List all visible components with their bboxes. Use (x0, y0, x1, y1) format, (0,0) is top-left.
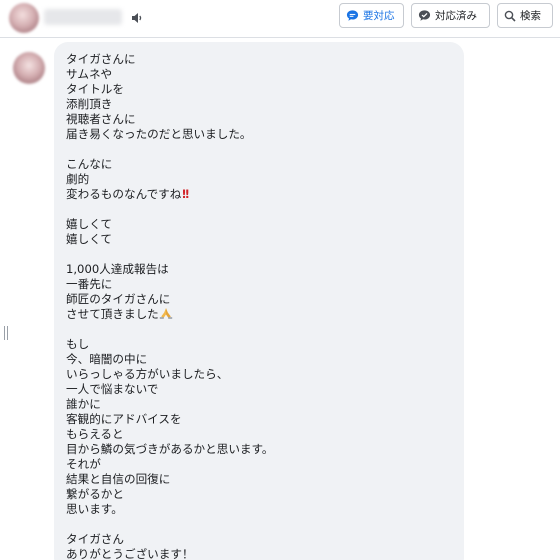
message-text: タイガさんに サムネや タイトルを 添削頂き 視聴者さんに 届き易くなったのだと… (66, 52, 456, 560)
message-line: 劇的 (66, 172, 90, 186)
needs-action-button[interactable]: 要対応 (339, 3, 404, 28)
search-icon (504, 10, 516, 22)
message-line: 結果と自信の回復に (66, 472, 171, 486)
message-line-with-emoji: させて頂きました (66, 307, 456, 322)
message-line: それが (66, 457, 101, 471)
speaker-icon[interactable] (130, 11, 144, 25)
message-line: サムネや (66, 67, 113, 81)
message-line: 繋がるかと (66, 487, 124, 501)
message-line: 1,000人達成報告は (66, 262, 169, 276)
sender-avatar[interactable] (13, 52, 45, 84)
message-line: 嬉しくて (66, 217, 113, 231)
message-line: 嬉しくて (66, 232, 113, 246)
chat-check-icon (418, 10, 431, 21)
done-label: 対応済み (435, 10, 477, 22)
message-line: ありがとうございます！ (66, 547, 194, 560)
done-button[interactable]: 対応済み (411, 3, 490, 28)
message-line: タイトルを (66, 82, 124, 96)
message-line: タイガさんに (66, 52, 136, 66)
message-line: 目から鱗の気づきがあるかと思います。 (66, 442, 274, 456)
message-line: 今、暗闇の中に (66, 352, 148, 366)
message-line: 師匠のタイガさんに (66, 292, 171, 306)
message-line: いらっしゃる方がいましたら、 (66, 367, 229, 381)
message-line: タイガさん (66, 532, 124, 546)
resize-handle[interactable] (4, 326, 10, 340)
search-button[interactable]: 検索 (497, 3, 553, 28)
message-line: 視聴者さんに (66, 112, 136, 126)
message-line: 誰かに (66, 397, 101, 411)
needs-action-label: 要対応 (363, 10, 395, 22)
message-line-with-emoji: 変わるものなんですね!! (66, 187, 456, 202)
message-line: 一人で悩まないで (66, 382, 159, 396)
contact-name[interactable] (44, 9, 122, 25)
message-line: 客観的にアドバイスを (66, 412, 182, 426)
folded-hands-emoji (159, 308, 172, 319)
message-line: 思います。 (66, 502, 123, 516)
message-line: 届き易くなったのだと思いました。 (66, 127, 252, 141)
conversation-header: 要対応 対応済み 検索 (0, 0, 560, 38)
message-line: 一番先に (66, 277, 113, 291)
message-line: 変わるものなんですね (66, 187, 182, 201)
message-line: こんなに (66, 157, 113, 171)
double-exclamation-emoji: !! (181, 187, 189, 201)
message-line: もし (66, 337, 90, 351)
message-line: もらえると (66, 427, 124, 441)
speech-bubble-icon (346, 10, 359, 21)
message-line: 添削頂き (66, 97, 113, 111)
contact-avatar[interactable] (9, 3, 39, 33)
message-line: させて頂きました (66, 307, 159, 321)
search-label: 検索 (520, 10, 541, 22)
